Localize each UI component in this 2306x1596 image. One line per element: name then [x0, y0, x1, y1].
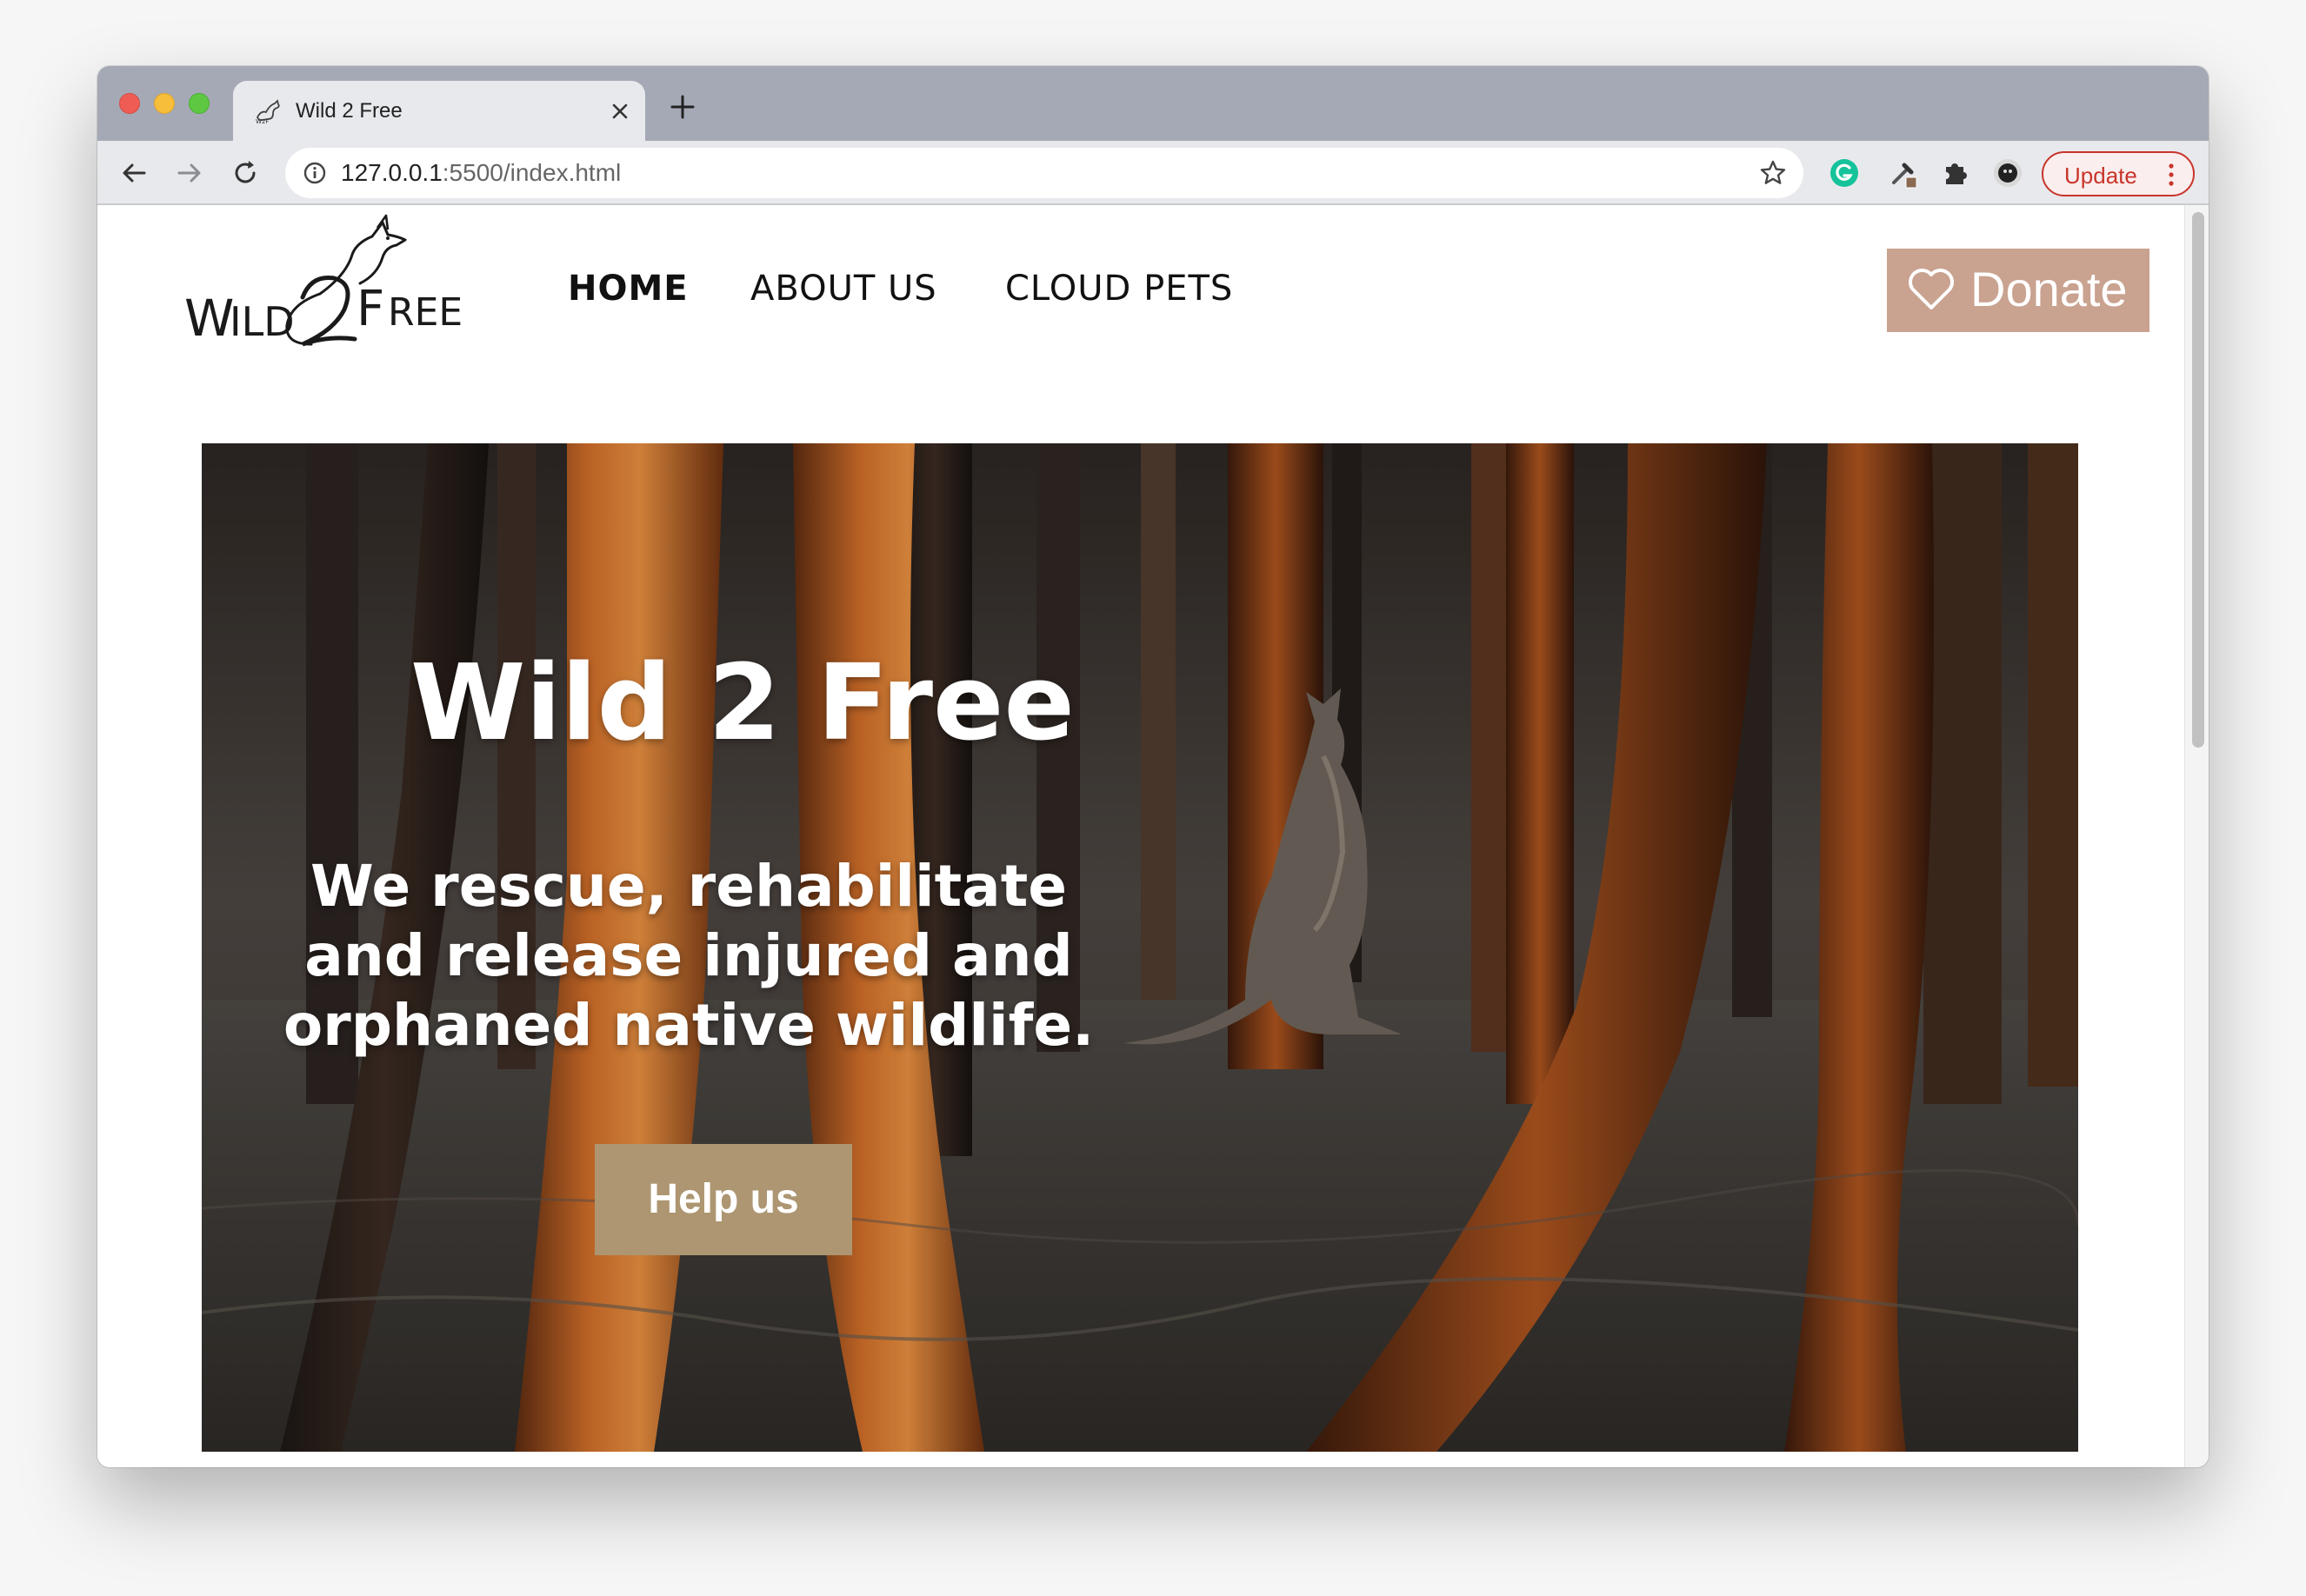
hero-title: Wild 2 Free — [410, 643, 1075, 764]
help-us-label: Help us — [648, 1176, 799, 1222]
url-text[interactable]: 127.0.0.1:5500/index.html — [341, 157, 621, 189]
heart-icon — [1909, 269, 1954, 309]
plus-icon[interactable] — [668, 92, 697, 122]
address-bar[interactable]: 127.0.0.1:5500/index.html — [285, 148, 1803, 198]
update-button[interactable]: Update — [2042, 151, 2195, 196]
maximize-window-button[interactable] — [189, 93, 210, 114]
donate-label: Donate — [1970, 262, 2128, 316]
color-picker-icon[interactable] — [1887, 156, 1920, 190]
help-us-button[interactable]: Help us — [595, 1144, 852, 1255]
nav-about-us[interactable]: ABOUT US — [750, 268, 937, 309]
grammarly-icon[interactable] — [1828, 156, 1861, 190]
nav-cloud-pets[interactable]: CLOUD PETS — [1005, 268, 1233, 309]
scrollbar[interactable] — [2184, 205, 2209, 1467]
url-path: :5500/index.html — [442, 159, 622, 186]
tab-strip: W2F Wild 2 Free — [97, 66, 2209, 142]
hero-subtitle: We rescue, rehabilitate and release inju… — [283, 853, 1095, 1059]
scrollbar-thumb[interactable] — [2192, 212, 2204, 748]
svg-text:W2F: W2F — [256, 118, 269, 124]
svg-text:REE: REE — [388, 290, 461, 335]
tab-active[interactable]: W2F Wild 2 Free — [233, 81, 645, 142]
browser-toolbar: 127.0.0.1:5500/index.html Update — [97, 141, 2209, 205]
url-host: 127.0.0.1 — [341, 159, 443, 186]
update-label: Update — [2064, 163, 2137, 189]
minimize-window-button[interactable] — [154, 93, 175, 114]
close-icon[interactable] — [607, 98, 633, 124]
star-icon[interactable] — [1758, 158, 1788, 188]
svg-text:ILD: ILD — [230, 298, 295, 345]
donate-button[interactable]: Donate — [1887, 249, 2149, 332]
reload-icon[interactable] — [228, 156, 263, 190]
profile-avatar-icon[interactable] — [1991, 156, 2024, 190]
svg-text:F: F — [357, 281, 384, 337]
close-window-button[interactable] — [119, 93, 140, 114]
info-icon[interactable] — [303, 161, 327, 185]
nav-home[interactable]: HOME — [568, 268, 689, 309]
page-viewport: W ILD F REE HOME ABOUT US CLOUD PETS Don… — [97, 205, 2209, 1467]
site-logo[interactable]: W ILD F REE — [181, 214, 461, 363]
forward-arrow-icon[interactable] — [172, 156, 207, 190]
svg-text:W: W — [184, 289, 235, 348]
back-arrow-icon[interactable] — [117, 156, 151, 190]
puzzle-icon[interactable] — [1939, 156, 1972, 190]
kebab-menu-icon — [2169, 163, 2174, 186]
tab-title: Wild 2 Free — [296, 99, 403, 123]
browser-window: W2F Wild 2 Free 127.0.0.1:5500/index.htm… — [97, 66, 2209, 1467]
hero-banner: Wild 2 Free We rescue, rehabilitate and … — [202, 443, 2078, 1452]
kangaroo-favicon-icon: W2F — [256, 99, 280, 124]
